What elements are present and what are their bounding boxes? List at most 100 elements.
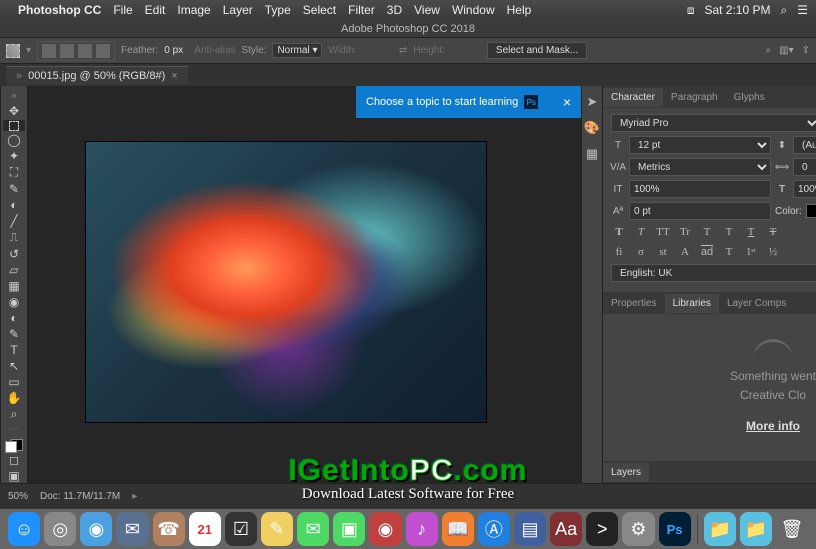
screen-mode-icon[interactable]: ▣ [3,469,25,483]
ot-swash-button[interactable]: A [677,244,693,260]
style-dropdown[interactable]: Normal ▾ [272,43,322,58]
dock-app-preview[interactable]: ▤ [514,512,546,546]
canvas-image[interactable] [86,142,486,422]
close-icon[interactable]: × [171,70,177,82]
menu-image[interactable]: Image [177,3,210,17]
hand-tool[interactable]: ✋ [3,391,25,405]
ot-discretionary-button[interactable]: st [655,244,671,260]
menubar-dropbox-icon[interactable]: ⧈ [687,3,695,18]
font-family-dropdown[interactable]: Myriad Pro [611,114,816,132]
text-color-swatch[interactable] [806,204,816,218]
document-tab[interactable]: » 00015.jpg @ 50% (RGB/8#) × [6,66,188,85]
vscale-input[interactable] [629,180,771,198]
dock-app-photoshop[interactable]: Ps [659,512,691,546]
magic-wand-tool[interactable]: ✦ [3,149,25,163]
dock-app-contacts[interactable]: ☎ [153,512,185,546]
dock-app-photobooth[interactable]: ◉ [369,512,401,546]
ot-stylistic-button[interactable]: ad [699,244,715,260]
tab-glyphs[interactable]: Glyphs [726,88,773,107]
dock-app-prefs[interactable]: ⚙ [622,512,654,546]
blur-tool[interactable]: ◉ [3,295,25,309]
tracking-dropdown[interactable]: 0 [793,158,816,176]
dock-app-terminal[interactable]: > [586,512,618,546]
dock-app-facetime[interactable]: ▣ [333,512,365,546]
menu-window[interactable]: Window [452,3,495,17]
pen-tool[interactable]: ✎ [3,327,25,341]
ot-contextual-button[interactable]: σ [633,244,649,260]
selection-add-icon[interactable] [60,44,74,58]
kerning-dropdown[interactable]: Metrics [629,158,771,176]
type-tool[interactable]: T [3,343,25,357]
rectangle-tool[interactable]: ▭ [3,375,25,389]
learn-panel-icon[interactable]: ➤ [582,92,602,112]
tab-paragraph[interactable]: Paragraph [663,88,726,107]
folder-downloads[interactable]: 📁 [740,512,772,546]
dock-app-mail[interactable]: ✉ [116,512,148,546]
close-icon[interactable]: × [563,94,571,110]
selection-new-icon[interactable] [42,44,56,58]
menu-layer[interactable]: Layer [223,3,253,17]
dock-app-itunes[interactable]: ♪ [406,512,438,546]
gradient-tool[interactable]: ▦ [3,279,25,293]
canvas-area[interactable]: Choose a topic to start learning Ps × [28,86,581,483]
menu-type[interactable]: Type [265,3,291,17]
menubar-notifications-icon[interactable]: ☰ [797,3,808,17]
tool-preset-icon[interactable] [6,44,20,58]
menu-edit[interactable]: Edit [145,3,166,17]
dock-app-finder[interactable]: ☺ [8,512,40,546]
bold-button[interactable]: T [611,224,627,240]
healing-tool[interactable]: ◐ [3,198,25,212]
folder-apps[interactable]: 📁 [704,512,736,546]
strike-button[interactable]: T [765,224,781,240]
font-size-dropdown[interactable]: 12 pt [629,136,771,154]
brush-tool[interactable]: ╱ [3,214,25,228]
dock-app-launchpad[interactable]: ◎ [44,512,76,546]
workspace-icon[interactable]: ▥▾ [779,45,793,56]
dock-app-appstore[interactable]: Ⓐ [478,512,510,546]
path-tool[interactable]: ↖ [3,359,25,373]
doc-size[interactable]: Doc: 11.7M/11.7M [40,491,120,502]
menubar-search-icon[interactable]: ⌕ [781,3,788,18]
zoom-tool[interactable]: ⌕ [3,407,25,422]
dock-app-ibooks[interactable]: 📖 [442,512,474,546]
crop-tool[interactable]: ⛶ [3,165,25,180]
dock-app-reminders[interactable]: ☑ [225,512,257,546]
color-panel-icon[interactable]: 🎨 [582,118,602,138]
ot-titling-button[interactable]: T [721,244,737,260]
ot-ligatures-button[interactable]: fi [611,244,627,260]
leading-dropdown[interactable]: (Auto) [793,136,816,154]
selection-intersect-icon[interactable] [96,44,110,58]
tab-layer-comps[interactable]: Layer Comps [719,294,794,313]
tab-layers[interactable]: Layers [603,463,649,482]
dock-app-notes[interactable]: ✎ [261,512,293,546]
dock-app-messages[interactable]: ✉ [297,512,329,546]
clone-tool[interactable]: ⎍ [3,230,25,245]
underline-button[interactable]: T [743,224,759,240]
app-name[interactable]: Photoshop CC [18,3,101,17]
tab-libraries[interactable]: Libraries [665,294,719,313]
zoom-level[interactable]: 50% [8,491,28,502]
trash-icon[interactable]: 🗑 [776,512,808,546]
italic-button[interactable]: T [633,224,649,240]
move-tool[interactable]: ✥ [3,104,25,118]
dodge-tool[interactable]: ◐ [3,311,25,325]
allcaps-button[interactable]: TT [655,224,671,240]
quick-mask-icon[interactable]: ◻ [3,453,25,467]
tab-character[interactable]: Character [603,88,663,107]
menu-help[interactable]: Help [507,3,532,17]
hscale-input[interactable] [793,180,816,198]
language-dropdown[interactable]: English: UK [611,264,816,282]
baseline-input[interactable] [629,202,771,220]
eraser-tool[interactable]: ▱ [3,263,25,277]
menu-view[interactable]: View [414,3,440,17]
menu-filter[interactable]: Filter [348,3,375,17]
menu-file[interactable]: File [113,3,132,17]
smallcaps-button[interactable]: Tr [677,224,693,240]
history-brush-tool[interactable]: ↺ [3,247,25,261]
ot-ordinals-button[interactable]: 1ˢᵗ [743,244,759,260]
feather-value[interactable]: 0 px [164,45,188,56]
selection-subtract-icon[interactable] [78,44,92,58]
ot-fractions-button[interactable]: ½ [765,244,781,260]
search-icon[interactable]: ⌕ [766,45,772,56]
menu-select[interactable]: Select [303,3,336,17]
